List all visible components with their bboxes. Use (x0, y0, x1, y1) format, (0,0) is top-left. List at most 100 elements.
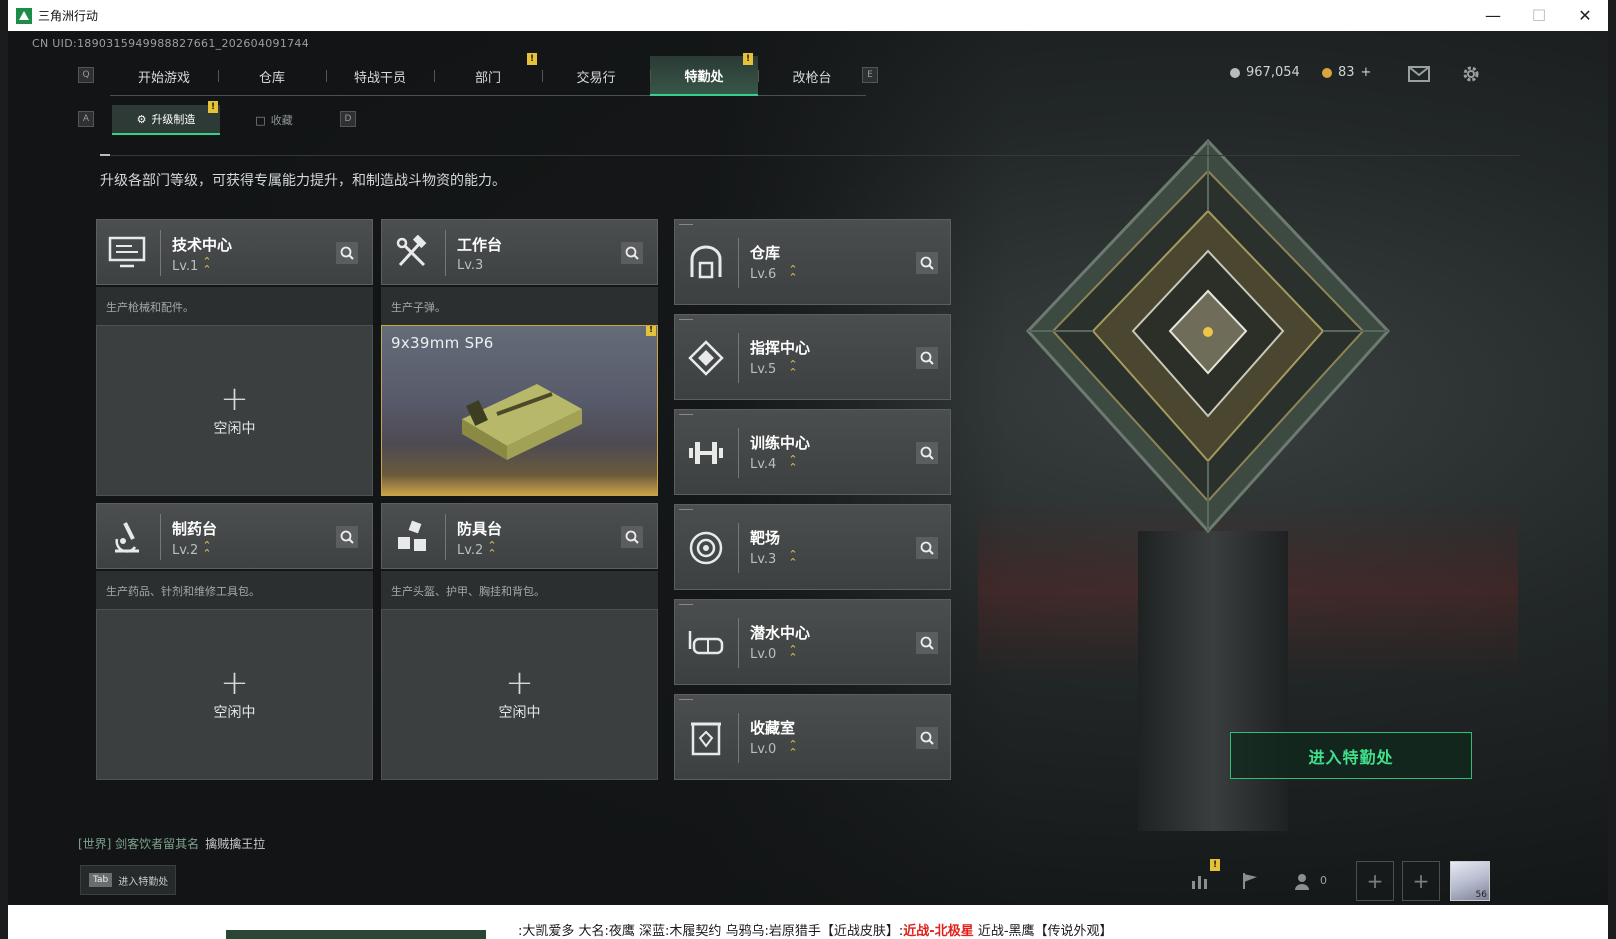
wrench-icon: ⚙ (136, 112, 147, 126)
facility-shooting-range[interactable]: 靶场 Lv.3 ⌃ ⌃ (674, 504, 951, 590)
notification-badge: ! (743, 53, 753, 65)
search-icon[interactable] (916, 252, 938, 274)
subnav-next-key[interactable]: D (340, 111, 356, 127)
dumbbell-icon (685, 432, 727, 474)
facility-diving-center[interactable]: 潜水中心 Lv.0 ⌃ ⌃ (674, 599, 951, 685)
product-name: 9x39mm SP6 (391, 334, 494, 352)
search-icon[interactable] (916, 442, 938, 464)
taskbar-thumbnail (226, 930, 486, 939)
command-icon (685, 337, 727, 379)
facility-level: Lv.5 ⌃ ⌃ (750, 358, 798, 379)
notification-badge: ! (1210, 859, 1220, 871)
player-uid: CN UID:1890315949988827661_202604091744 (32, 37, 310, 50)
search-icon[interactable] (916, 632, 938, 654)
workshop-level: Lv.2 ⌃ ⌃ (457, 539, 497, 560)
facility-training-center[interactable]: 训练中心 Lv.4 ⌃ ⌃ (674, 409, 951, 495)
workshop-level: Lv.1 ⌃ ⌃ (172, 255, 212, 276)
subtab-upgrade-craft[interactable]: ⚙ 升级制造 ! (112, 101, 220, 135)
token-balance[interactable]: 83 + (1322, 65, 1371, 80)
workshop-level: Lv.3 (457, 258, 484, 273)
subtab-favorites[interactable]: □ 收藏 (220, 105, 328, 135)
enter-special-ops-button[interactable]: 进入特勤处 (1230, 732, 1472, 779)
search-icon[interactable] (916, 537, 938, 559)
search-icon[interactable] (621, 526, 643, 548)
workshop-name: 制药台 (172, 520, 218, 538)
facility-level: Lv.6 ⌃ ⌃ (750, 263, 798, 284)
monitor-icon (105, 232, 149, 274)
tab-start-game[interactable]: 开始游戏 (110, 56, 218, 96)
stats-chart-icon[interactable]: ! (1180, 859, 1220, 901)
add-token-button[interactable]: + (1361, 65, 1372, 80)
facility-name: 仓库 (750, 244, 781, 262)
slot-status: 空闲中 (213, 704, 256, 721)
game-stage: CN UID:1890315949988827661_202604091744 … (8, 31, 1608, 939)
pillar (1138, 531, 1288, 831)
workshop-workbench[interactable]: 工作台 Lv.3 (381, 219, 658, 285)
flag-icon[interactable] (1230, 861, 1270, 901)
subnav-prev-key[interactable]: A (78, 111, 94, 127)
upgrade-chevron-icon: ⌃ ⌃ (788, 263, 798, 284)
minimize-button[interactable]: — (1470, 0, 1516, 31)
tab-operators[interactable]: 特战干员 (326, 56, 434, 96)
upgrade-chevron-icon: ⌃ ⌃ (788, 738, 798, 759)
notification-badge: ! (527, 53, 537, 65)
mail-icon[interactable] (1408, 63, 1430, 85)
microscope-icon (105, 516, 149, 558)
page-description: 升级各部门等级，可获得专属能力提升，和制造战斗物资的能力。 (100, 173, 506, 189)
chat-line[interactable]: [世界] 剑客饮者留其名 擒贼擒王拉 (78, 835, 265, 852)
add-slot-button[interactable]: + (1356, 861, 1394, 901)
tab-warehouse[interactable]: 仓库 (218, 56, 326, 96)
search-icon[interactable] (336, 526, 358, 548)
chat-channel: [世界] 剑客饮者留其名 (78, 837, 200, 851)
facility-warehouse[interactable]: 仓库 Lv.6 ⌃ ⌃ (674, 219, 951, 305)
player-avatar[interactable]: 56 (1450, 861, 1490, 901)
craft-slot-empty[interactable]: + 空闲中 (96, 609, 373, 780)
craft-slot-empty[interactable]: + 空闲中 (381, 609, 658, 780)
coin-icon (1230, 67, 1240, 78)
upgrade-chevron-icon: ⌃ ⌃ (788, 358, 798, 379)
maximize-button[interactable]: ☐ (1516, 0, 1562, 31)
close-button[interactable]: ✕ (1562, 0, 1608, 31)
upgrade-chevron-icon: ⌃ ⌃ (788, 453, 798, 474)
tools-icon (390, 232, 434, 274)
workshop-armor[interactable]: 防具台 Lv.2 ⌃ ⌃ (381, 503, 658, 569)
coin-balance: 967,054 (1230, 65, 1300, 80)
tab-key: Tab (89, 873, 113, 887)
search-icon[interactable] (621, 242, 643, 264)
title-bar: 三角洲行动 — ☐ ✕ (8, 0, 1608, 31)
facility-collection-room[interactable]: 收藏室 Lv.0 ⌃ ⌃ (674, 694, 951, 780)
stream-ticker: :大凯爱多 大名:夜鹰 深蓝:木履契约 乌鸦乌:岩原猎手【近战皮肤】:近战-北极… (518, 924, 1113, 939)
notification-badge: ! (208, 101, 218, 113)
notification-badge: ! (646, 326, 656, 336)
settings-gear-icon[interactable] (1460, 63, 1482, 85)
search-icon[interactable] (916, 727, 938, 749)
facility-name: 收藏室 (750, 719, 796, 737)
craft-slot-product[interactable]: 9x39mm SP6 ! (381, 325, 658, 496)
add-slot-button[interactable]: + (1402, 861, 1440, 901)
slot-status: 空闲中 (213, 420, 256, 437)
upgrade-chevron-icon: ⌃ ⌃ (202, 539, 212, 560)
chat-message: 擒贼擒王拉 (205, 837, 266, 851)
facility-command-center[interactable]: 指挥中心 Lv.5 ⌃ ⌃ (674, 314, 951, 400)
nav-prev-key[interactable]: Q (78, 67, 94, 83)
tab-special-ops[interactable]: 特勤处 ! (650, 53, 758, 96)
search-icon[interactable] (916, 347, 938, 369)
upgrade-chevron-icon: ⌃ ⌃ (202, 255, 212, 276)
add-icon: + (505, 662, 534, 703)
friends-icon[interactable] (1284, 861, 1324, 901)
tab-gunsmith[interactable]: 改枪台 (758, 56, 866, 96)
workshop-desc: 生产药品、针剂和维修工具包。 (96, 571, 373, 609)
search-icon[interactable] (336, 242, 358, 264)
add-icon: + (220, 378, 249, 419)
workshop-name: 工作台 (457, 236, 503, 254)
tab-hint-button[interactable]: Tab 进入特勤处 (80, 865, 176, 895)
nav-next-key[interactable]: E (862, 67, 878, 83)
target-icon (685, 527, 727, 569)
tab-trading[interactable]: 交易行 (542, 56, 650, 96)
game-window: 三角洲行动 — ☐ ✕ CN UID:1890315949988827661_2… (8, 0, 1608, 939)
workshop-tech-center[interactable]: 技术中心 Lv.1 ⌃ ⌃ (96, 219, 373, 285)
craft-slot-empty[interactable]: + 空闲中 (96, 325, 373, 496)
workshop-pharmacy[interactable]: 制药台 Lv.2 ⌃ ⌃ (96, 503, 373, 569)
bookmark-icon: □ (255, 113, 266, 127)
tab-department[interactable]: 部门 ! (434, 53, 542, 96)
